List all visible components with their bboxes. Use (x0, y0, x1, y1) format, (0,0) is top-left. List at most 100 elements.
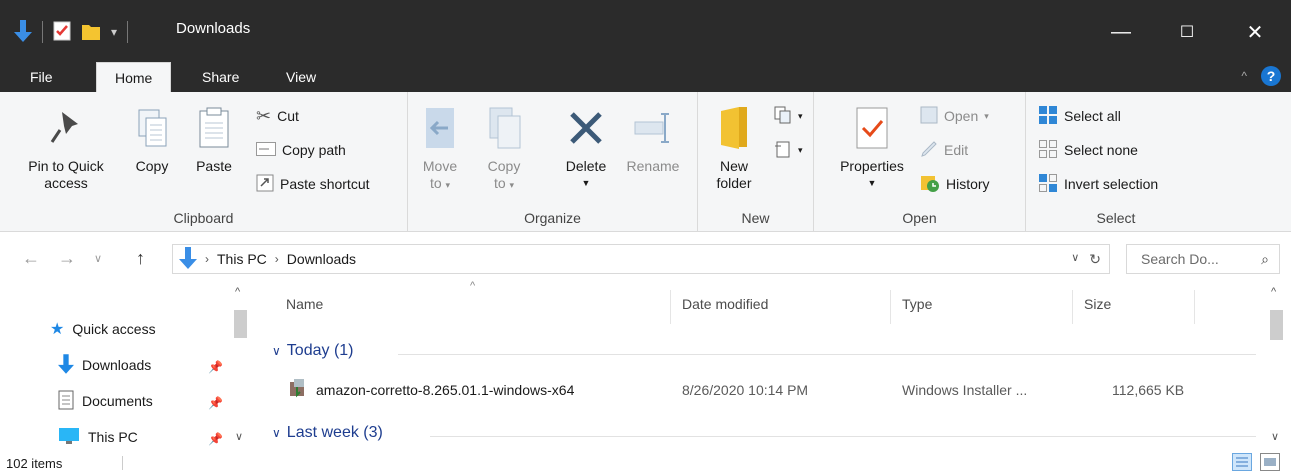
column-date-modified[interactable]: Date modified (682, 296, 768, 312)
chevron-down-icon[interactable]: ▾ (111, 25, 117, 39)
refresh-icon[interactable]: ↻ (1089, 251, 1101, 268)
copy-button[interactable]: Copy (124, 102, 180, 175)
chevron-up-icon[interactable]: ^ (1241, 69, 1247, 83)
open-group: Properties ▼ Open ▾ Edit History Open (814, 92, 1026, 232)
nav-item-downloads[interactable]: Downloads (58, 352, 151, 378)
ribbon-tabs: File Home Share View ^ ? (0, 56, 1291, 92)
copy-to-icon (489, 107, 521, 149)
nav-scrollbar[interactable]: ^ ∨ (232, 284, 249, 450)
pin-icon[interactable]: 📌 (208, 396, 223, 410)
forward-arrow-icon[interactable]: → (58, 248, 76, 269)
navigation-pane: ★ Quick access Downloads 📌 Documents 📌 T… (0, 284, 256, 450)
pin-icon[interactable]: 📌 (208, 360, 223, 374)
paste-button[interactable]: Paste (186, 102, 242, 175)
invert-selection-button[interactable]: Invert selection (1038, 172, 1158, 196)
delete-x-icon (570, 112, 602, 144)
open-file-icon (920, 106, 938, 127)
file-list-scrollbar[interactable]: ^ ∨ (1268, 284, 1285, 450)
computer-icon (58, 427, 80, 448)
easy-access-button[interactable]: ▾ (774, 138, 803, 162)
help-icon[interactable]: ? (1261, 66, 1281, 86)
pin-icon[interactable]: 📌 (208, 432, 223, 446)
copy-path-button[interactable]: Copy path (256, 138, 346, 162)
tab-file[interactable]: File (12, 62, 71, 92)
nav-item-this-pc[interactable]: This PC (58, 424, 138, 450)
window-title: Downloads (176, 20, 251, 37)
chevron-down-icon: ∨ (272, 344, 281, 358)
scroll-up-icon[interactable]: ^ (1271, 286, 1276, 298)
new-folder-icon[interactable] (81, 21, 101, 44)
breadcrumb-this-pc[interactable]: This PC (217, 251, 267, 267)
delete-button[interactable]: Delete ▼ (556, 102, 616, 192)
select-none-button[interactable]: Select none (1038, 138, 1138, 162)
tab-share[interactable]: Share (184, 62, 257, 92)
new-item-button[interactable]: ▾ (774, 104, 803, 128)
edit-button[interactable]: Edit (920, 138, 968, 162)
select-group-label: Select (1096, 210, 1136, 226)
move-to-button[interactable]: Move to ▾ (416, 102, 464, 194)
installer-icon (288, 378, 308, 401)
tab-home[interactable]: Home (96, 62, 172, 92)
scroll-down-icon[interactable]: ∨ (1271, 430, 1279, 443)
new-item-icon (774, 106, 792, 127)
file-date: 8/26/2020 10:14 PM (682, 382, 809, 398)
scroll-up-icon[interactable]: ^ (235, 286, 240, 298)
documents-icon (58, 390, 74, 413)
breadcrumb-downloads[interactable]: Downloads (287, 251, 356, 267)
select-group: Select all Select none Invert selection … (1026, 92, 1206, 232)
up-arrow-icon[interactable]: ↑ (136, 248, 145, 269)
scissors-icon: ✂ (256, 105, 272, 126)
group-header-last-week[interactable]: ∨ Last week (3) (272, 424, 383, 442)
column-name[interactable]: Name (286, 296, 323, 312)
paste-shortcut-button[interactable]: Paste shortcut (256, 172, 370, 196)
open-group-label: Open (902, 210, 937, 226)
tab-view[interactable]: View (268, 62, 334, 92)
scroll-down-icon[interactable]: ∨ (235, 430, 243, 443)
nav-item-quick-access[interactable]: ★ Quick access (50, 316, 156, 342)
maximize-button[interactable]: ☐ (1154, 0, 1220, 64)
title-bar: ▾ Downloads — ☐ ✕ (0, 0, 1291, 64)
paste-shortcut-icon (256, 174, 274, 195)
details-view-icon[interactable] (1232, 453, 1252, 474)
nav-item-documents[interactable]: Documents (58, 388, 153, 414)
select-none-icon (1038, 139, 1058, 162)
search-icon: ⌕ (1261, 250, 1269, 267)
downloads-location-icon (179, 246, 197, 272)
download-arrow-icon[interactable] (14, 19, 32, 45)
minimize-button[interactable]: — (1088, 0, 1154, 64)
back-arrow-icon[interactable]: ← (22, 248, 40, 269)
column-size[interactable]: Size (1084, 296, 1111, 312)
navigation-bar: ← → ∨ ↑ › This PC › Downloads ∨ ↻ Search… (0, 240, 1291, 278)
properties-check-icon (856, 107, 888, 149)
history-button[interactable]: History (920, 172, 990, 196)
organize-group-label: Organize (524, 210, 581, 226)
ribbon: Pin to Quick access Copy Paste ✂ Cut Cop… (0, 92, 1291, 232)
address-dropdown-icon[interactable]: ∨ (1071, 251, 1079, 268)
select-all-button[interactable]: Select all (1038, 104, 1121, 128)
rename-button[interactable]: Rename (620, 102, 686, 175)
address-bar[interactable]: › This PC › Downloads ∨ ↻ (172, 244, 1110, 274)
status-bar: 102 items (0, 450, 1291, 476)
new-folder-button[interactable]: New folder (708, 102, 760, 192)
large-icons-view-icon[interactable] (1260, 453, 1280, 474)
clipboard-group-label: Clipboard (173, 210, 234, 226)
recent-locations-chevron-icon[interactable]: ∨ (94, 252, 102, 265)
file-size: 112,665 KB (1112, 382, 1185, 398)
search-box[interactable]: Search Do... ⌕ (1126, 244, 1280, 274)
properties-checkbox-icon[interactable] (53, 21, 71, 44)
cut-button[interactable]: ✂ Cut (256, 104, 299, 128)
close-button[interactable]: ✕ (1222, 0, 1288, 64)
organize-group: Move to ▾ Copy to ▾ Delete ▼ Rename Orga… (408, 92, 698, 232)
column-type[interactable]: Type (902, 296, 932, 312)
star-icon: ★ (50, 321, 65, 338)
properties-button[interactable]: Properties ▼ (832, 102, 912, 192)
pin-to-quick-access-button[interactable]: Pin to Quick access (14, 102, 118, 192)
group-header-today[interactable]: ∨ Today (1) (272, 342, 354, 360)
copy-to-button[interactable]: Copy to ▾ (480, 102, 528, 194)
select-all-icon (1038, 105, 1058, 128)
new-group: New folder ▾ ▾ New (698, 92, 814, 232)
edit-pencil-icon (920, 140, 938, 161)
open-button[interactable]: Open ▾ (920, 104, 989, 128)
file-list: ^ Name Date modified Type Size ∨ Today (… (258, 280, 1268, 450)
easy-access-icon (774, 140, 792, 161)
